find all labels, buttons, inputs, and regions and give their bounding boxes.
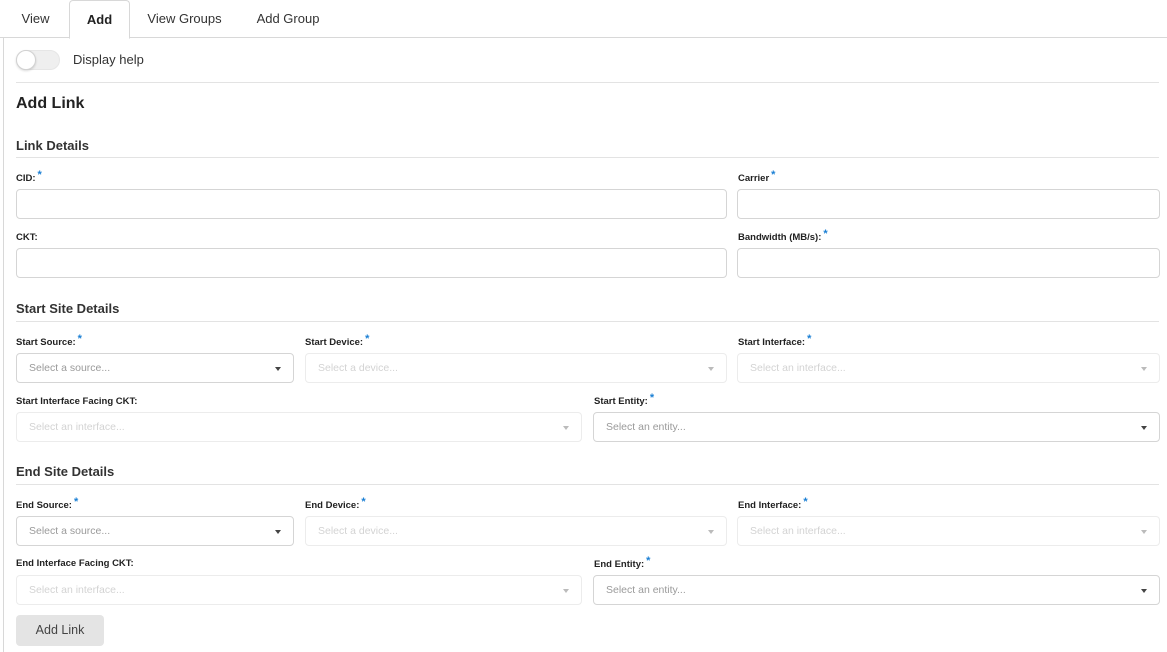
chevron-down-icon <box>563 426 569 430</box>
start-device-select[interactable]: Select a device... <box>305 353 727 383</box>
ckt-input[interactable] <box>16 248 727 278</box>
placeholder: Select an interface... <box>750 525 846 537</box>
form-panel <box>3 38 1167 652</box>
start-source-select[interactable]: Select a source... <box>16 353 294 383</box>
required-indicator: * <box>77 333 82 345</box>
chevron-down-icon <box>1141 589 1147 593</box>
required-indicator: * <box>649 392 655 404</box>
end-interface-select[interactable]: Select an interface... <box>737 516 1160 546</box>
end-entity-select[interactable]: Select an entity... <box>593 575 1160 605</box>
chevron-down-icon <box>708 367 714 371</box>
divider <box>16 484 1159 485</box>
start-interface-label: Start Interface: * <box>738 333 812 348</box>
section-title-start-site: Start Site Details <box>16 301 120 316</box>
placeholder: Select an interface... <box>29 584 125 596</box>
cid-input[interactable] <box>16 189 727 219</box>
divider <box>16 82 1159 83</box>
chevron-down-icon <box>1141 367 1147 371</box>
required-indicator: * <box>646 555 651 567</box>
chevron-down-icon <box>708 530 714 534</box>
required-indicator: * <box>803 496 808 508</box>
required-indicator: * <box>361 496 366 508</box>
required-indicator: * <box>807 333 812 345</box>
chevron-down-icon <box>275 530 281 534</box>
required-indicator: * <box>823 228 828 240</box>
section-title-link-details: Link Details <box>16 138 89 153</box>
display-help-toggle[interactable] <box>16 50 60 70</box>
divider <box>16 157 1159 158</box>
placeholder: Select a device... <box>318 362 398 374</box>
end-device-label: End Device: * <box>305 496 366 511</box>
placeholder: Select an entity... <box>606 421 686 433</box>
tab-add[interactable]: Add <box>69 0 130 39</box>
tab-bar: View Add View Groups Add Group <box>0 0 1167 39</box>
page-title: Add Link <box>16 95 85 112</box>
add-link-button[interactable]: Add Link <box>16 615 104 646</box>
start-facing-select[interactable]: Select an interface... <box>16 412 582 442</box>
tab-view-groups[interactable]: View Groups <box>138 0 231 38</box>
placeholder: Select an interface... <box>750 362 846 374</box>
start-device-label: Start Device: * <box>305 333 370 348</box>
placeholder: Select a device... <box>318 525 398 537</box>
start-source-label: Start Source: * <box>16 333 82 348</box>
tab-add-group[interactable]: Add Group <box>246 0 330 38</box>
end-facing-select[interactable]: Select an interface... <box>16 575 582 605</box>
chevron-down-icon <box>1141 530 1147 534</box>
tab-view[interactable]: View <box>8 0 63 38</box>
carrier-label: Carrier * <box>738 169 776 184</box>
placeholder: Select a source... <box>29 362 111 374</box>
required-indicator: * <box>771 169 776 181</box>
placeholder: Select an interface... <box>29 421 125 433</box>
display-help-label: Display help <box>73 52 144 67</box>
bandwidth-input[interactable] <box>737 248 1160 278</box>
required-indicator: * <box>73 496 79 508</box>
end-device-select[interactable]: Select a device... <box>305 516 727 546</box>
carrier-input[interactable] <box>737 189 1160 219</box>
ckt-label: CKT: <box>16 232 38 243</box>
chevron-down-icon <box>563 589 569 593</box>
divider <box>16 321 1159 322</box>
chevron-down-icon <box>1141 426 1147 430</box>
end-interface-label: End Interface: * <box>738 496 808 511</box>
required-indicator: * <box>37 169 42 181</box>
toggle-knob <box>16 50 36 70</box>
start-entity-select[interactable]: Select an entity... <box>593 412 1160 442</box>
section-title-end-site: End Site Details <box>16 464 115 479</box>
chevron-down-icon <box>275 367 281 371</box>
end-entity-label: End Entity: * <box>594 555 651 570</box>
placeholder: Select a source... <box>29 525 111 537</box>
cid-label: CID: * <box>16 169 42 184</box>
placeholder: Select an entity... <box>606 584 686 596</box>
end-source-label: End Source: * <box>16 496 79 511</box>
end-facing-label: End Interface Facing CKT: <box>16 558 134 569</box>
bandwidth-label: Bandwidth (MB/s): * <box>738 228 828 243</box>
start-facing-label: Start Interface Facing CKT: <box>16 396 138 407</box>
start-entity-label: Start Entity: * <box>594 392 655 407</box>
end-source-select[interactable]: Select a source... <box>16 516 294 546</box>
start-interface-select[interactable]: Select an interface... <box>737 353 1160 383</box>
required-indicator: * <box>365 333 370 345</box>
